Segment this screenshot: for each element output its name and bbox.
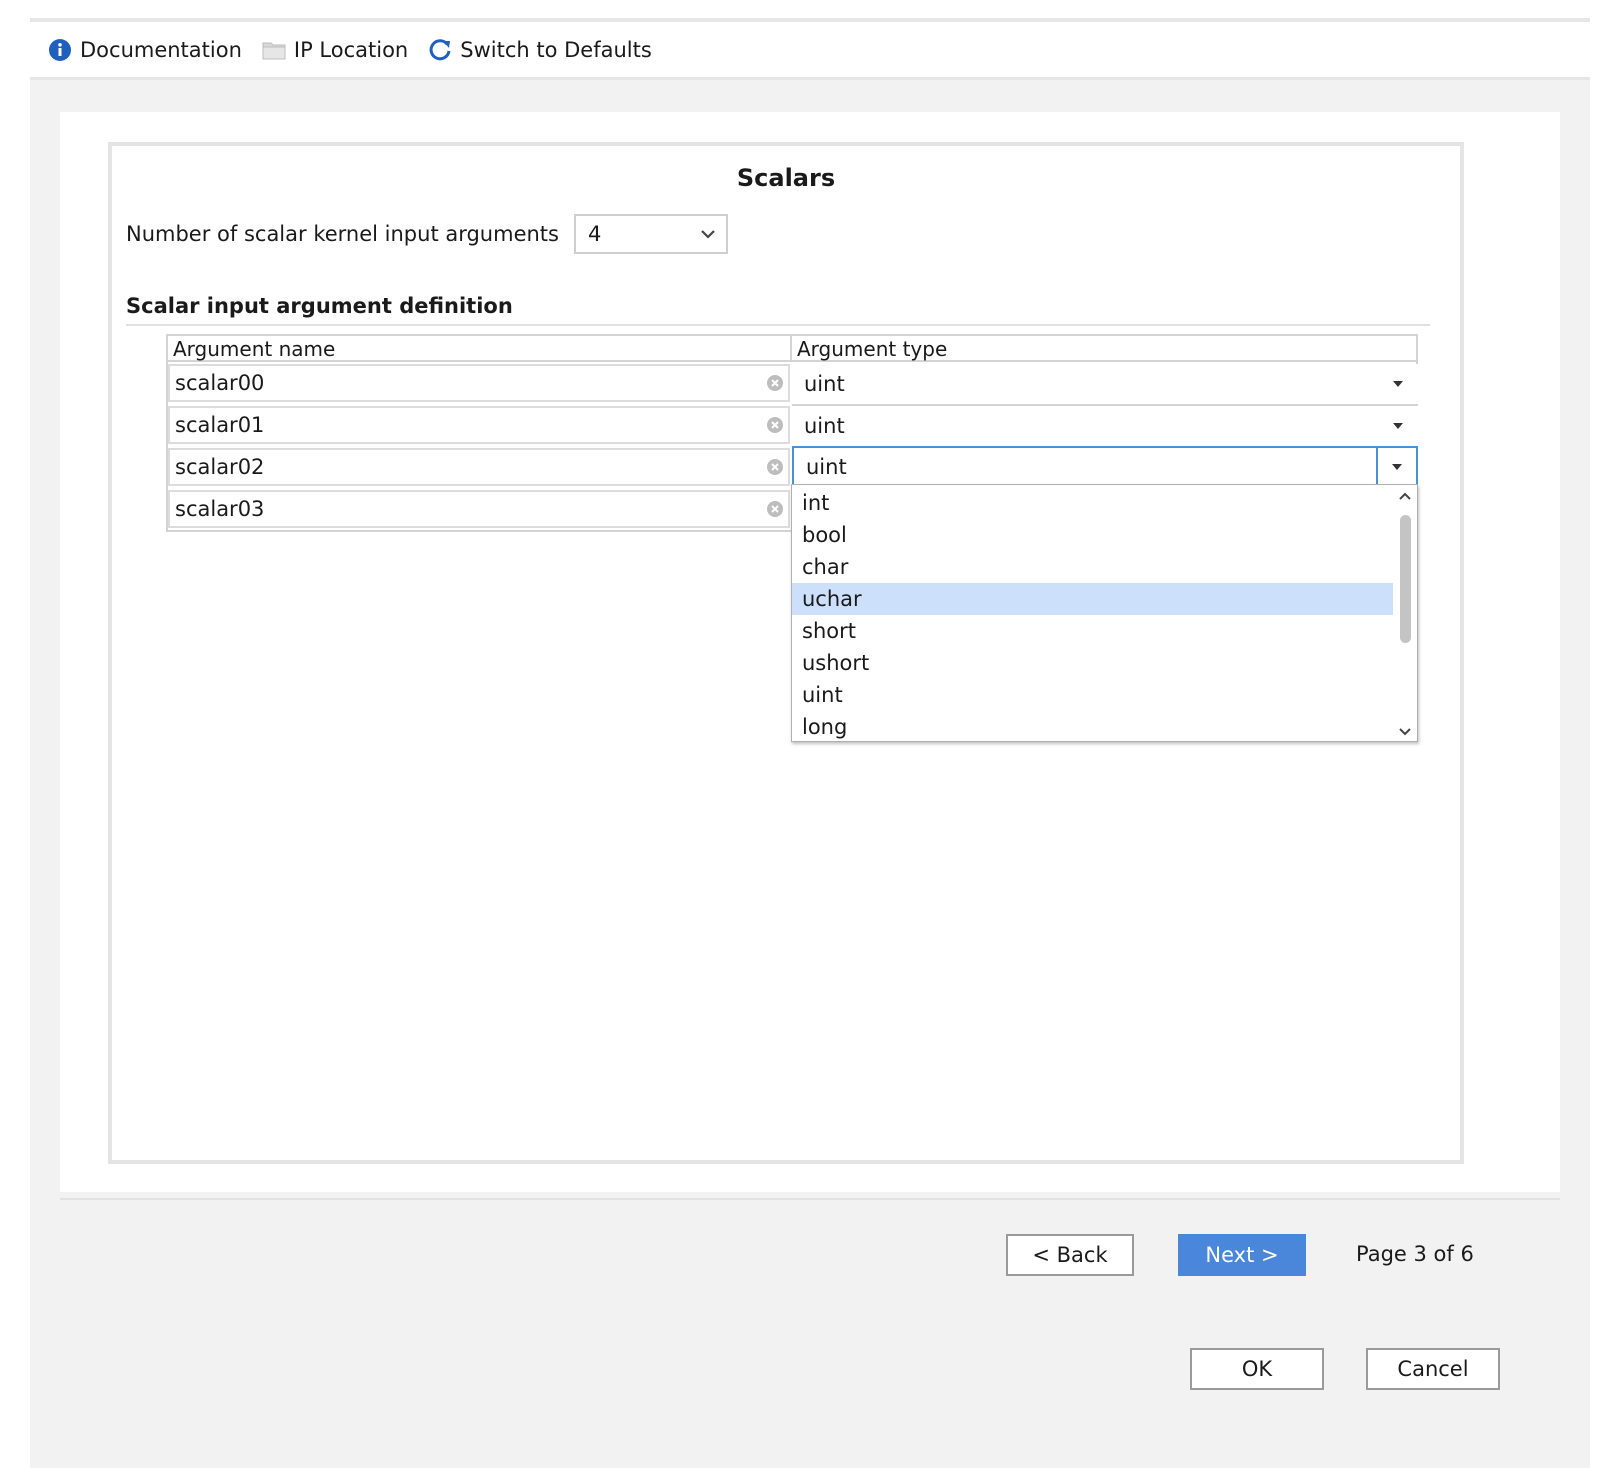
clear-icon[interactable] (766, 374, 784, 392)
ip-location-label: IP Location (293, 37, 409, 62)
scrollbar-thumb[interactable] (1400, 515, 1411, 643)
num-args-value: 4 (588, 222, 602, 246)
argument-name-value: scalar00 (175, 371, 265, 395)
switch-to-defaults-button[interactable]: Switch to Defaults (428, 38, 652, 62)
dropdown-option-uint[interactable]: uint (792, 679, 1394, 711)
dropdown-scrollbar[interactable] (1393, 485, 1417, 741)
column-header-name: Argument name (168, 336, 792, 362)
chevron-down-icon (701, 230, 715, 239)
panel-title: Scalars (736, 164, 836, 192)
section-title: Scalar input argument definition (126, 294, 513, 318)
chevron-up-icon[interactable] (1398, 491, 1412, 501)
dialog-body: Scalars Number of scalar kernel input ar… (30, 80, 1590, 1468)
clear-icon[interactable] (766, 458, 784, 476)
dropdown-toggle[interactable] (1376, 448, 1416, 486)
ip-location-button[interactable]: IP Location (262, 38, 408, 62)
argument-type-select-active[interactable]: uint (792, 446, 1418, 488)
chevron-down-icon[interactable] (1398, 727, 1412, 737)
clear-icon[interactable] (766, 500, 784, 518)
dropdown-option-long[interactable]: long (792, 711, 1394, 743)
argument-name-value: scalar02 (175, 455, 265, 479)
clear-icon[interactable] (766, 416, 784, 434)
argument-type-value: uint (804, 372, 845, 396)
cancel-button[interactable]: Cancel (1366, 1348, 1500, 1390)
column-header-type: Argument type (792, 336, 1418, 362)
documentation-button[interactable]: Documentation (48, 38, 242, 62)
dropdown-option-uchar[interactable]: uchar (792, 583, 1394, 615)
caret-down-icon (1393, 423, 1403, 429)
refresh-icon (429, 38, 451, 60)
argument-name-input[interactable]: scalar03 (168, 490, 790, 528)
page-indicator: Page 3 of 6 (1356, 1242, 1474, 1266)
folder-icon (262, 42, 286, 59)
num-args-select[interactable]: 4 (574, 214, 728, 254)
argument-type-select[interactable]: uint (792, 406, 1418, 448)
toolbar: Documentation IP Location Switch to Defa… (30, 22, 1590, 80)
argument-name-value: scalar01 (175, 413, 265, 437)
argument-name-input[interactable]: scalar02 (168, 448, 790, 486)
argument-name-input[interactable]: scalar00 (168, 364, 790, 402)
type-dropdown-list: int bool char uchar short ushort uint lo… (791, 484, 1418, 742)
switch-to-defaults-label: Switch to Defaults (460, 37, 652, 62)
next-button[interactable]: Next > (1178, 1234, 1306, 1276)
argument-name-input[interactable]: scalar01 (168, 406, 790, 444)
caret-down-icon (1392, 464, 1402, 470)
argument-type-select[interactable]: uint (792, 364, 1418, 406)
dropdown-option-int[interactable]: int (792, 487, 1394, 519)
argument-type-value: uint (804, 414, 845, 438)
footer-divider (60, 1198, 1560, 1200)
argument-type-value: uint (806, 455, 847, 479)
num-args-label: Number of scalar kernel input arguments (126, 222, 559, 246)
section-divider (126, 324, 1430, 326)
caret-down-icon (1393, 381, 1403, 387)
ok-button[interactable]: OK (1190, 1348, 1324, 1390)
dropdown-option-char[interactable]: char (792, 551, 1394, 583)
documentation-label: Documentation (80, 37, 242, 62)
back-button[interactable]: < Back (1006, 1234, 1134, 1276)
dropdown-option-bool[interactable]: bool (792, 519, 1394, 551)
argument-name-value: scalar03 (175, 497, 265, 521)
dropdown-option-short[interactable]: short (792, 615, 1394, 647)
dropdown-option-ushort[interactable]: ushort (792, 647, 1394, 679)
info-icon (49, 38, 71, 61)
